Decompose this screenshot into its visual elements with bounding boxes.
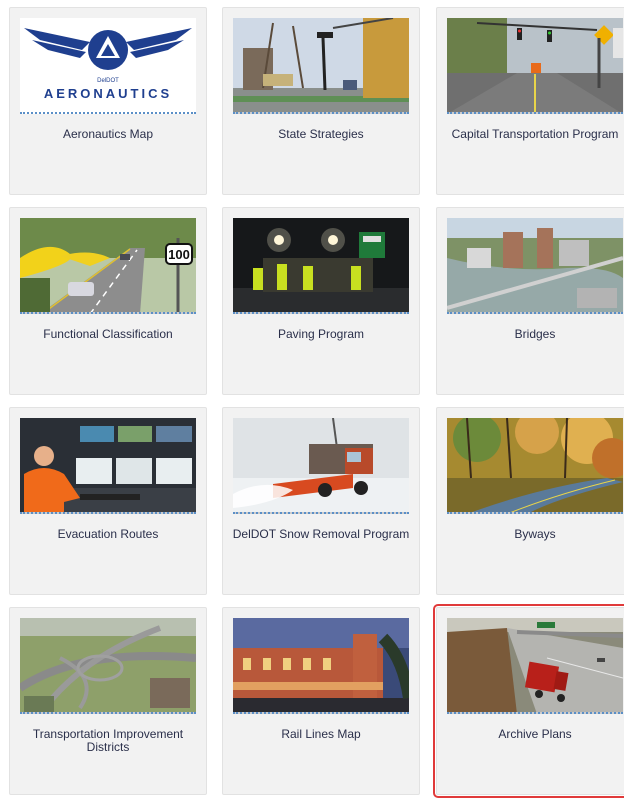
- tile-label: Transportation Improvement Districts: [32, 727, 184, 754]
- tile-label: Evacuation Routes: [57, 527, 159, 541]
- tile-label: Archive Plans: [498, 727, 572, 741]
- logo-small-text: DelDOT: [97, 78, 119, 84]
- tile-label: DelDOT Snow Removal Program: [232, 527, 410, 541]
- intersection-traffic-lights-image: [447, 18, 623, 114]
- night-paving-crew-image: [233, 218, 409, 314]
- tile-label: Rail Lines Map: [281, 727, 361, 741]
- traffic-control-room-image: [20, 418, 196, 514]
- tile-deldot-snow-removal-program[interactable]: DelDOT Snow Removal Program: [222, 407, 420, 595]
- highway-dump-truck-image: [447, 618, 623, 714]
- plans-tile-grid: DelDOT AERONAUTICS Aeronautics Map State…: [0, 0, 624, 804]
- tile-rail-lines-map[interactable]: Rail Lines Map: [222, 607, 420, 795]
- tile-label: Byways: [514, 527, 556, 541]
- tile-archive-plans[interactable]: Archive Plans: [433, 604, 624, 798]
- highway-route-100-image: 100: [20, 218, 196, 314]
- tile-state-strategies[interactable]: State Strategies: [222, 7, 420, 195]
- tile-bridges[interactable]: Bridges: [436, 207, 624, 395]
- city-street-crane-image: [233, 18, 409, 114]
- brick-train-station-image: [233, 618, 409, 714]
- aerial-highway-interchange-image: [20, 618, 196, 714]
- tile-label: State Strategies: [278, 127, 364, 141]
- tile-evacuation-routes[interactable]: Evacuation Routes: [9, 407, 207, 595]
- tile-byways[interactable]: Byways: [436, 407, 624, 595]
- tile-label: Functional Classification: [43, 327, 173, 341]
- aerial-river-bridge-image: [447, 218, 623, 314]
- tile-label: Bridges: [514, 327, 556, 341]
- tile-transportation-improvement-districts[interactable]: Transportation Improvement Districts: [9, 607, 207, 795]
- tile-label: Aeronautics Map: [62, 127, 154, 141]
- route-shield-number: 100: [168, 247, 190, 262]
- tile-aeronautics-map[interactable]: DelDOT AERONAUTICS Aeronautics Map: [9, 7, 207, 195]
- autumn-forest-road-image: [447, 418, 623, 514]
- tile-label: Paving Program: [277, 327, 365, 341]
- tile-capital-transportation-program[interactable]: Capital Transportation Program: [436, 7, 624, 195]
- logo-text: AERONAUTICS: [44, 86, 172, 101]
- tile-label: Capital Transportation Program: [451, 127, 619, 141]
- snow-plow-truck-image: [233, 418, 409, 514]
- deldot-aeronautics-logo-image: DelDOT AERONAUTICS: [20, 18, 196, 114]
- tile-paving-program[interactable]: Paving Program: [222, 207, 420, 395]
- tile-functional-classification[interactable]: 100 Functional Classification: [9, 207, 207, 395]
- wings-logo-icon: DelDOT AERONAUTICS: [20, 18, 196, 112]
